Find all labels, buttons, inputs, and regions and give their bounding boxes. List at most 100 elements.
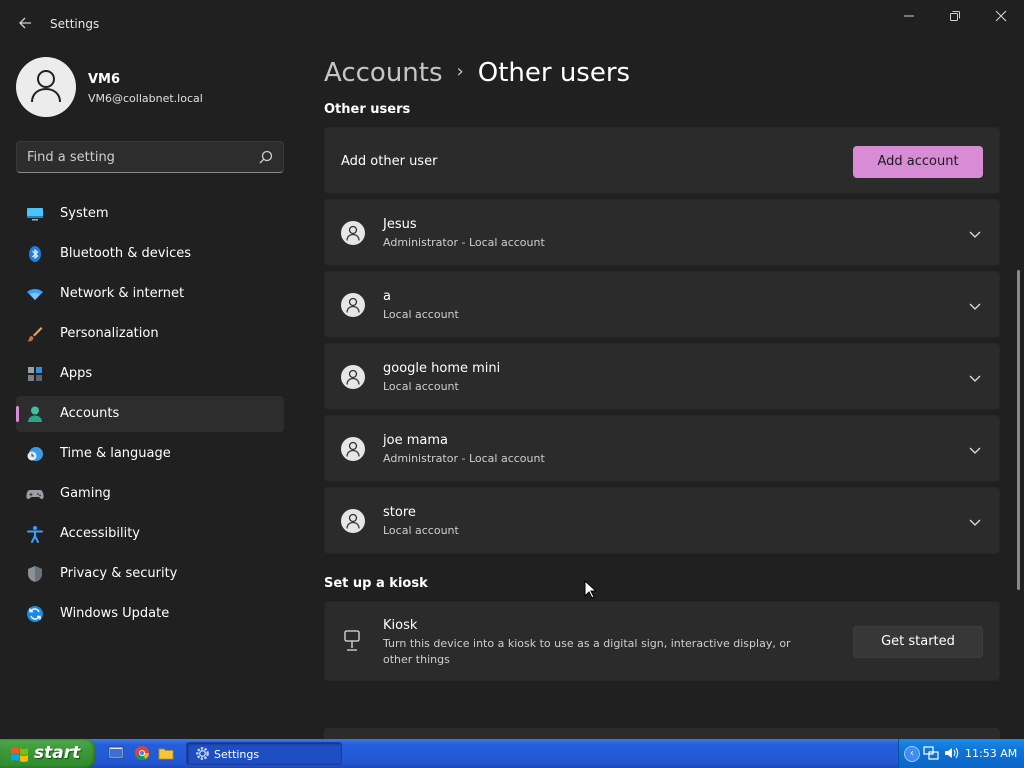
minimize-icon [904,15,914,17]
profile-email: VM6@collabnet.local [88,92,203,105]
person-icon [346,297,360,313]
avatar[interactable] [16,57,76,117]
person-icon [346,513,360,529]
wifi-icon [27,289,43,300]
chevron-down-icon[interactable] [967,226,983,242]
close-icon [995,10,1007,22]
section-title-kiosk: Set up a kiosk [324,576,428,591]
profile-name: VM6 [88,72,121,87]
user-account-type: Local account [383,524,459,537]
sidebar-item-label: Time & language [60,446,171,461]
sidebar-item-bluetooth[interactable]: Bluetooth & devices [16,236,284,272]
breadcrumb: Accounts › Other users [324,58,630,98]
back-button[interactable] [14,12,36,34]
bluetooth-icon [29,246,41,262]
volume-icon[interactable] [943,745,959,761]
sidebar-item-windows-update[interactable]: Windows Update [16,596,284,632]
chevron-down-icon[interactable] [967,370,983,386]
chevron-down-icon[interactable] [967,442,983,458]
user-row-store[interactable]: store Local account [324,487,1000,554]
kiosk-description: Turn this device into a kiosk to use as … [383,637,791,666]
add-other-user-label: Add other user [341,154,438,169]
maximize-button[interactable] [943,6,967,28]
network-status-icon[interactable] [923,745,939,761]
close-button[interactable] [989,6,1013,28]
mouse-cursor-icon [584,580,596,599]
folder-icon[interactable] [158,745,174,761]
sidebar-item-network[interactable]: Network & internet [16,276,284,312]
kiosk-icon [344,630,360,651]
page-title: Other users [477,58,631,88]
user-name: joe mama [383,433,448,448]
gamepad-icon [26,490,44,499]
sidebar-item-apps[interactable]: Apps [16,356,284,392]
sidebar-item-accounts[interactable]: Accounts [16,396,284,432]
user-row-jesus[interactable]: Jesus Administrator - Local account [324,199,1000,266]
user-name: google home mini [383,361,501,376]
chevron-right-icon: › [456,61,464,82]
user-name: store [383,505,416,520]
search-icon [259,150,273,164]
person-icon [346,369,360,385]
back-arrow-icon [19,17,31,29]
clock: 11:53 AM [965,747,1018,760]
sidebar-item-personalization[interactable]: Personalization [16,316,284,352]
sidebar-item-label: System [60,206,109,221]
get-started-button[interactable]: Get started [853,626,983,658]
user-row-a[interactable]: a Local account [324,271,1000,338]
show-desktop-icon[interactable] [108,745,124,761]
minimize-button[interactable] [897,6,921,28]
sidebar-item-time-language[interactable]: Time & language [16,436,284,472]
chrome-icon[interactable] [134,745,150,761]
sidebar-nav: System Bluetooth & devices Network & int… [16,196,284,636]
start-button[interactable]: start [0,739,96,768]
sidebar-item-label: Privacy & security [60,566,178,581]
taskbar-item-label: Settings [214,748,260,761]
user-row-google-home-mini[interactable]: google home mini Local account [324,343,1000,410]
sidebar-item-system[interactable]: System [16,196,284,232]
sidebar-item-gaming[interactable]: Gaming [16,476,284,512]
user-account-type: Local account [383,308,459,321]
shield-icon [28,566,42,582]
sidebar-item-label: Windows Update [60,606,170,621]
search-placeholder: Find a setting [27,150,115,165]
person-icon [31,70,61,103]
chevron-down-icon[interactable] [967,298,983,314]
user-avatar [341,221,365,245]
brush-icon [27,327,43,342]
user-name: a [383,289,391,304]
clock-globe-icon [27,447,43,461]
scrollbar-thumb[interactable] [1017,270,1020,590]
breadcrumb-parent[interactable]: Accounts [324,58,443,88]
person-icon [346,441,360,457]
user-avatar [341,293,365,317]
sidebar-item-label: Bluetooth & devices [60,246,191,261]
chevron-down-icon[interactable] [967,514,983,530]
start-label: start [34,743,81,763]
sidebar-item-label: Apps [60,366,93,381]
user-account-type: Administrator - Local account [383,236,545,249]
restore-icon [950,11,960,21]
sidebar-item-label: Accessibility [60,526,140,541]
app-title: Settings [50,17,100,31]
accessibility-icon [27,526,43,543]
search-input[interactable]: Find a setting [16,141,284,173]
user-account-type: Local account [383,380,459,393]
person-icon [346,225,360,241]
sidebar-item-privacy-security[interactable]: Privacy & security [16,556,284,592]
user-row-joe-mama[interactable]: joe mama Administrator - Local account [324,415,1000,482]
tray-expand-icon[interactable]: ‹ [904,746,920,762]
taskbar-item-settings[interactable]: Settings [186,742,342,765]
windows-logo-icon [11,747,28,762]
kiosk-title: Kiosk [383,618,418,633]
sidebar-item-label: Accounts [60,406,120,421]
user-avatar [341,365,365,389]
sidebar-item-accessibility[interactable]: Accessibility [16,516,284,552]
user-account-type: Administrator - Local account [383,452,545,465]
user-name: Jesus [383,217,417,232]
apps-icon [28,367,42,381]
sidebar-item-label: Network & internet [60,286,185,301]
accounts-icon [28,406,42,422]
add-account-button[interactable]: Add account [853,146,983,178]
section-title-other-users: Other users [324,102,411,117]
